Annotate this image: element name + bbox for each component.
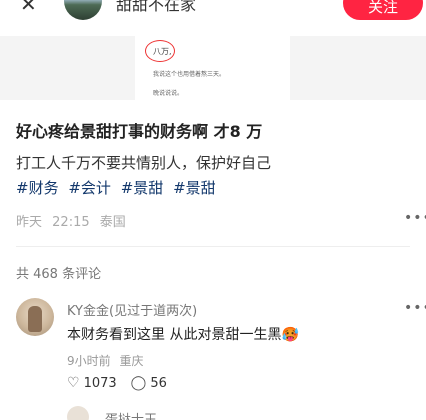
post-title: 好心疼给景甜打事的财务啊 才8 万 xyxy=(16,122,263,141)
post-description: 打工人千万不要共情别人，保护好自己 xyxy=(16,154,272,172)
hashtag-link[interactable]: #财务 xyxy=(16,179,59,197)
post-location: 泰国 xyxy=(99,215,126,230)
hashtag-link[interactable]: #景甜 xyxy=(121,179,164,197)
more-options-icon[interactable]: ••• xyxy=(404,210,426,226)
comment-time: 9小时前 xyxy=(67,354,111,368)
post-image[interactable]: 八万, 我说这个也用借着熬三天。 晚说说说。 xyxy=(135,36,290,100)
reply-count[interactable]: 56 xyxy=(150,376,167,391)
image-text-line-1: 八万, xyxy=(153,47,172,56)
like-count[interactable]: 1073 xyxy=(84,376,117,391)
follow-button[interactable]: 关注 xyxy=(343,0,423,20)
hashtag-link[interactable]: #会计 xyxy=(68,179,111,197)
comment-actions: ♡ 1073 ◯ 56 xyxy=(67,375,181,391)
reply-avatar[interactable] xyxy=(67,406,89,420)
post-date: 昨天 xyxy=(16,215,43,230)
top-bar: ✕ 甜甜不在家 关注 xyxy=(0,0,426,24)
divider xyxy=(16,246,410,247)
author-name[interactable]: 甜甜不在家 xyxy=(116,0,196,14)
image-text-line-3: 晚说说说。 xyxy=(153,90,184,97)
comment-more-options-icon[interactable]: ••• xyxy=(404,300,426,316)
image-text-line-2: 我说这个也用借着熬三天。 xyxy=(153,71,226,78)
commenter-name[interactable]: KY金金(见过于道两次) xyxy=(67,300,197,319)
comment-text: 本财务看到这里 从此对景甜一生黑🥵 xyxy=(67,327,299,343)
post-meta: 昨天 22:15 泰国 xyxy=(16,211,132,230)
commenter-avatar[interactable] xyxy=(16,298,54,336)
reply-commenter-name[interactable]: 蛋挞士王 xyxy=(105,409,157,420)
author-avatar[interactable] xyxy=(64,0,102,20)
hashtag-link[interactable]: #景甜 xyxy=(173,179,216,197)
post-tags: #财务 #会计 #景甜 #景甜 xyxy=(16,177,221,198)
close-icon[interactable]: ✕ xyxy=(20,0,37,14)
heart-icon[interactable]: ♡ xyxy=(67,375,80,391)
comment-bubble-icon[interactable]: ◯ xyxy=(131,375,147,391)
comment-meta: 9小时前 重庆 xyxy=(67,352,148,369)
comment-count: 共 468 条评论 xyxy=(16,267,102,282)
comment-location: 重庆 xyxy=(119,354,144,368)
post-time: 22:15 xyxy=(52,215,90,230)
